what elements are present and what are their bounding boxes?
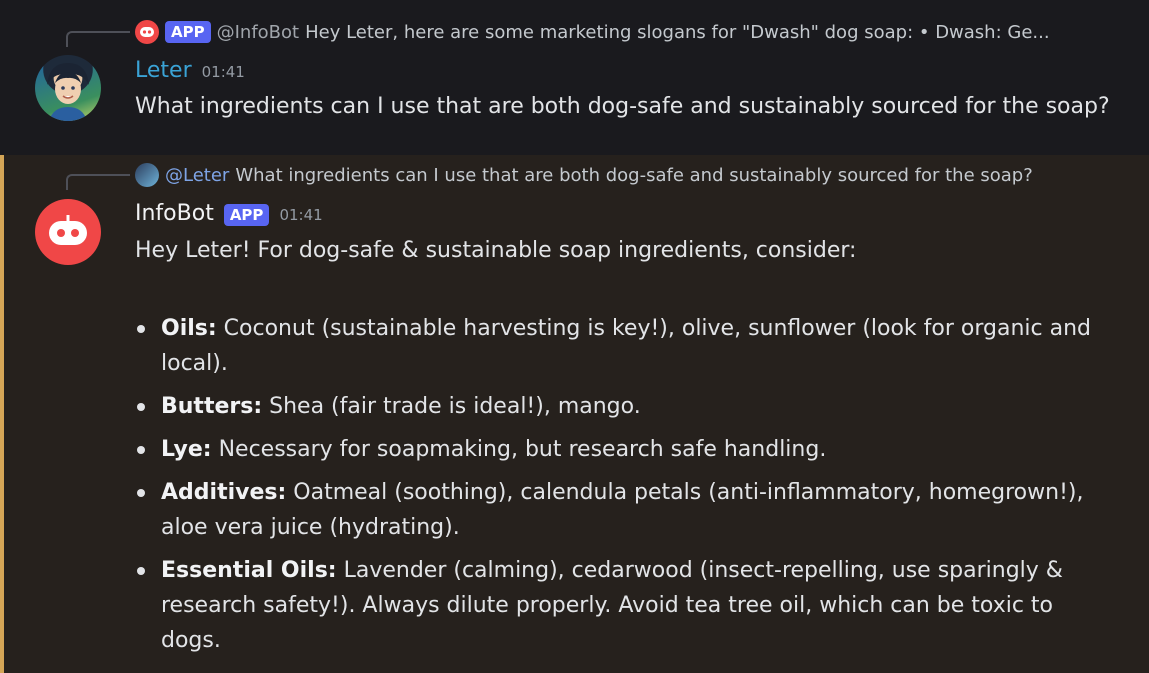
reply-mention[interactable]: @Leter <box>165 165 229 186</box>
reply-connector <box>66 31 130 47</box>
reply-text: What ingredients can I use that are both… <box>235 164 1033 186</box>
list-item-label: Additives: <box>161 480 287 505</box>
list-item: Essential Oils: Lavender (calming), ceda… <box>135 553 1095 658</box>
app-tag: APP <box>223 204 270 226</box>
author-name[interactable]: Leter <box>135 58 192 83</box>
timestamp: 01:41 <box>201 63 245 81</box>
list-item-text: Necessary for soapmaking, but research s… <box>211 437 827 462</box>
user-avatar-icon[interactable] <box>35 55 101 121</box>
reply-mention[interactable]: @InfoBot <box>217 22 300 43</box>
list-item: Lye: Necessary for soapmaking, but resea… <box>135 432 1095 467</box>
message-header: InfoBot APP 01:41 <box>135 201 323 226</box>
list-item: Additives: Oatmeal (soothing), calendula… <box>135 475 1095 545</box>
reply-connector <box>66 174 130 190</box>
message-infobot: @Leter What ingredients can I use that a… <box>0 155 1149 673</box>
reply-text: Hey Leter, here are some marketing sloga… <box>305 21 1050 43</box>
message-leter: APP @InfoBot Hey Leter, here are some ma… <box>0 0 1149 155</box>
message-header: Leter 01:41 <box>135 58 245 83</box>
list-item-text: Oatmeal (soothing), calendula petals (an… <box>161 480 1084 540</box>
reply-preview[interactable]: @Leter What ingredients can I use that a… <box>135 163 1125 187</box>
reply-preview[interactable]: APP @InfoBot Hey Leter, here are some ma… <box>135 20 1125 44</box>
list-item: Oils: Coconut (sustainable harvesting is… <box>135 311 1095 381</box>
message-text: What ingredients can I use that are both… <box>135 94 1110 119</box>
list-item: Butters: Shea (fair trade is ideal!), ma… <box>135 389 1095 424</box>
user-avatar-icon <box>135 163 159 187</box>
app-tag: APP <box>165 21 211 43</box>
ingredient-list: Oils: Coconut (sustainable harvesting is… <box>135 311 1095 666</box>
author-name[interactable]: InfoBot <box>135 201 214 226</box>
list-item-label: Lye: <box>161 437 212 462</box>
robot-icon[interactable] <box>35 199 101 265</box>
list-item-text: Coconut (sustainable harvesting is key!)… <box>161 316 1092 376</box>
message-intro: Hey Leter! For dog-safe & sustainable so… <box>135 238 857 263</box>
list-item-label: Essential Oils: <box>161 558 337 583</box>
list-item-text: Shea (fair trade is ideal!), mango. <box>262 394 641 419</box>
timestamp: 01:41 <box>279 206 323 224</box>
list-item-label: Oils: <box>161 316 217 341</box>
robot-icon <box>135 20 159 44</box>
list-item-label: Butters: <box>161 394 263 419</box>
